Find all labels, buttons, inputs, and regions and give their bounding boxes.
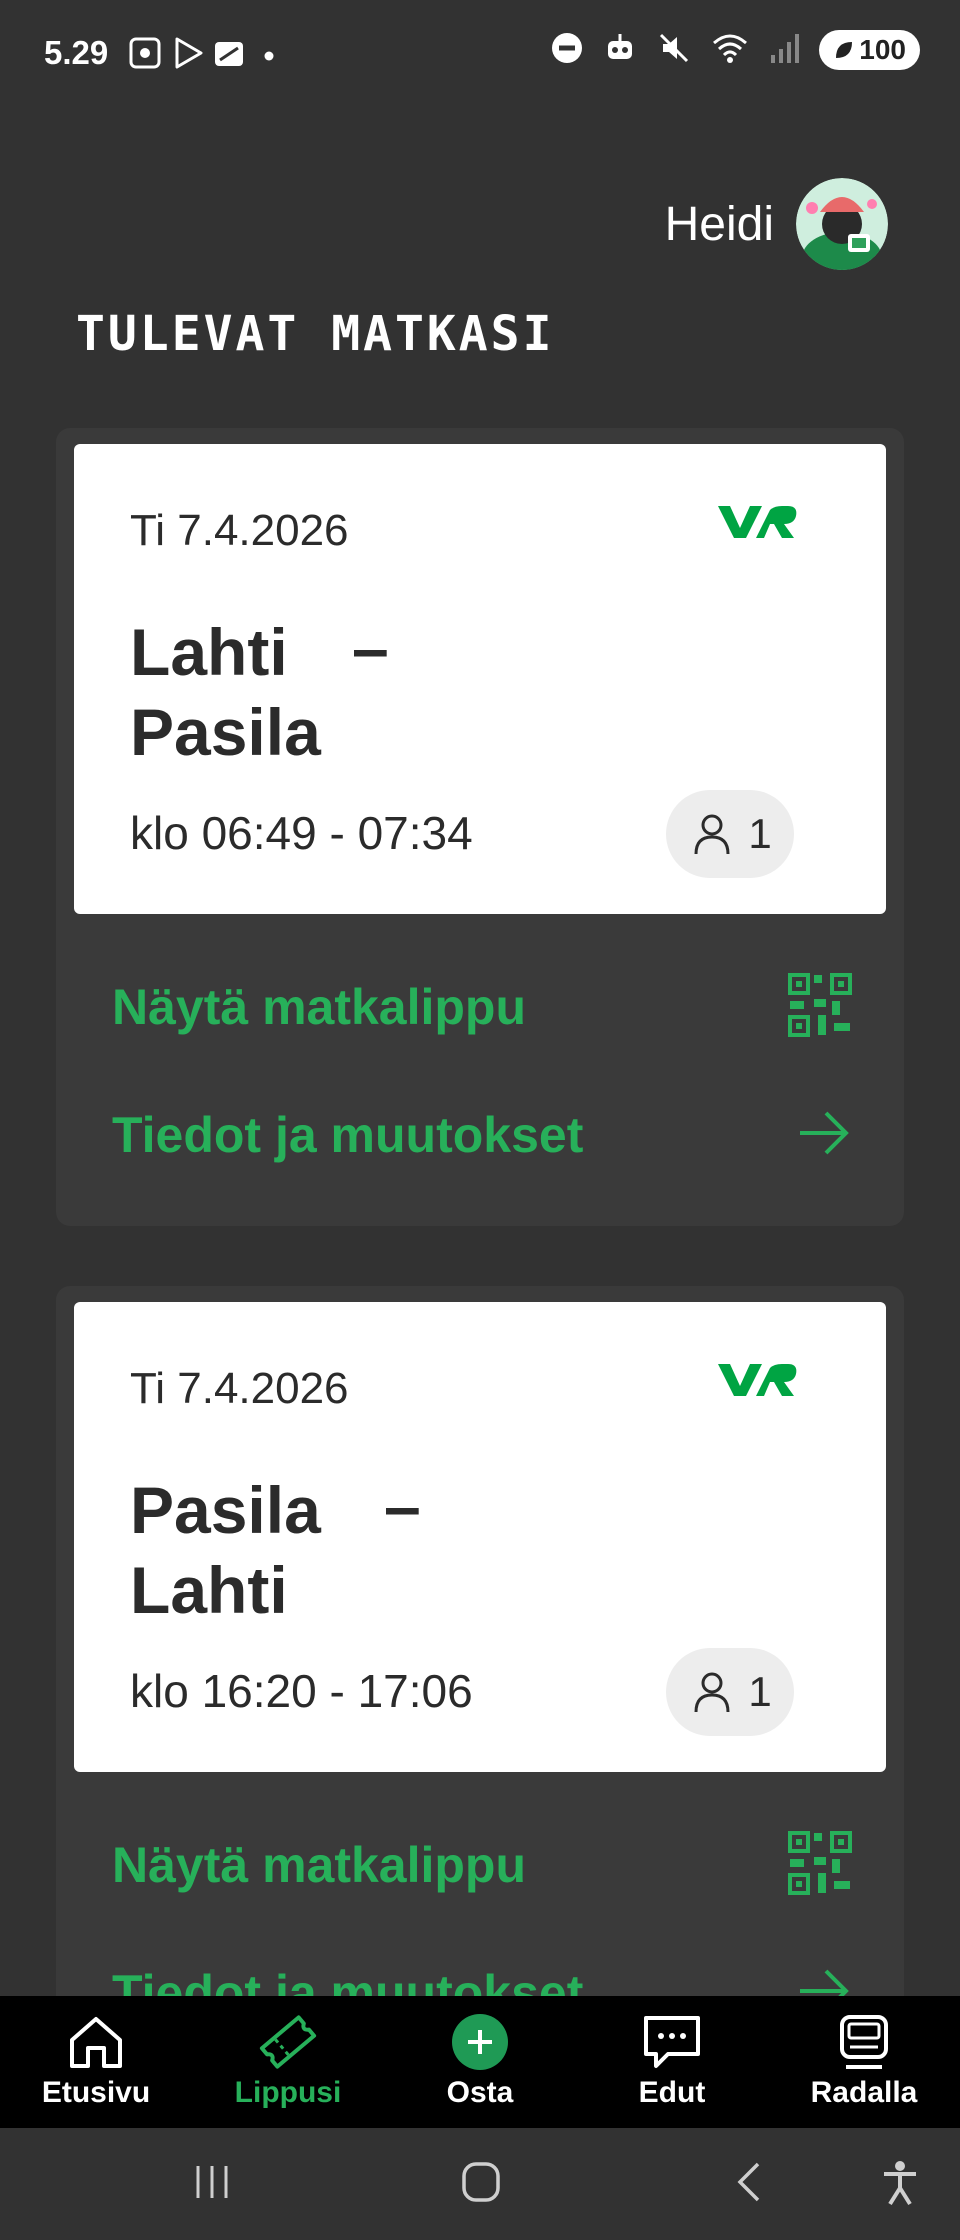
battery-level: 100 [859, 34, 906, 65]
route-dash: – [384, 1469, 421, 1543]
passenger-count-badge: 1 [666, 1648, 794, 1736]
nav-item-lippusi[interactable]: Lippusi [192, 1996, 384, 2128]
do-not-disturb-icon [551, 32, 583, 69]
ticket-icon [258, 2012, 318, 2072]
plus-circle-icon [451, 2012, 509, 2072]
leaf-icon [836, 42, 853, 58]
mute-icon [657, 31, 691, 70]
route-to: Lahti [130, 1553, 288, 1627]
person-icon [694, 1672, 730, 1713]
trip-date: Ti 7.4.2026 [130, 506, 349, 555]
nav-label: Osta [446, 2076, 514, 2109]
vr-logo-icon [716, 1360, 798, 1405]
avatar[interactable] [796, 178, 888, 270]
nav-item-radalla[interactable]: Radalla [768, 1996, 960, 2128]
train-icon [836, 2012, 892, 2072]
screenshot-icon [128, 36, 162, 75]
trip-date: Ti 7.4.2026 [130, 1364, 349, 1413]
trip-card: Ti 7.4.2026 Pasila – Lahti klo 16:20 - 1… [56, 1286, 904, 2026]
page-title: TULEVAT MATKASI [76, 306, 555, 362]
nav-label: Etusivu [41, 2076, 151, 2109]
show-ticket-label: Näytä matkalippu [112, 1837, 527, 1893]
bottom-navigation: Etusivu Lippusi Osta Edut Radalla [0, 1996, 960, 2128]
notification-dot-icon [264, 48, 274, 66]
qr-code-icon [788, 972, 852, 1042]
vr-logo-icon [716, 502, 798, 547]
user-header[interactable]: Heidi [665, 178, 888, 270]
wifi-icon [711, 31, 749, 70]
user-name[interactable]: Heidi [665, 197, 774, 252]
home-icon [67, 2012, 125, 2072]
recent-apps-icon[interactable] [192, 2158, 232, 2211]
arrow-right-icon [796, 1109, 852, 1162]
nav-label: Radalla [810, 2076, 918, 2109]
show-ticket-button[interactable]: Näytä matkalippu [112, 962, 852, 1052]
nav-label: Lippusi [234, 2076, 342, 2109]
trip-time: klo 16:20 - 17:06 [130, 1665, 473, 1717]
signal-icon [769, 31, 800, 70]
system-navigation-bar [0, 2128, 960, 2240]
route-from: Lahti [130, 615, 288, 689]
home-button-icon[interactable] [460, 2158, 504, 2211]
passenger-count-badge: 1 [666, 790, 794, 878]
ticket-summary[interactable]: Ti 7.4.2026 Pasila – Lahti klo 16:20 - 1… [74, 1302, 886, 1772]
nav-label: Edut [638, 2076, 706, 2109]
nav-item-osta[interactable]: Osta [384, 1996, 576, 2128]
robot-icon [603, 31, 637, 70]
ticket-summary[interactable]: Ti 7.4.2026 Lahti – Pasila klo 06:49 - 0… [74, 444, 886, 914]
passenger-count: 1 [748, 810, 772, 857]
qr-code-icon [788, 1830, 852, 1900]
play-store-icon [172, 36, 206, 75]
nav-item-etusivu[interactable]: Etusivu [0, 1996, 192, 2128]
nav-item-edut[interactable]: Edut [576, 1996, 768, 2128]
chat-bubble-icon [642, 2012, 702, 2072]
route-to: Pasila [130, 695, 321, 769]
accessibility-icon[interactable] [880, 2158, 920, 2211]
trip-details-button[interactable]: Tiedot ja muutokset [112, 1090, 852, 1180]
status-bar: 5.29 100 [0, 0, 960, 110]
route-dash: – [352, 611, 389, 685]
trip-time: klo 06:49 - 07:34 [130, 807, 473, 859]
show-ticket-label: Näytä matkalippu [112, 979, 527, 1035]
route-from: Pasila [130, 1473, 321, 1547]
person-icon [694, 814, 730, 855]
trip-card: Ti 7.4.2026 Lahti – Pasila klo 06:49 - 0… [56, 428, 904, 1226]
stack-app-icon [212, 36, 246, 75]
status-time: 5.29 [44, 34, 109, 71]
show-ticket-button[interactable]: Näytä matkalippu [112, 1820, 852, 1910]
back-icon[interactable] [728, 2158, 768, 2211]
trip-details-label: Tiedot ja muutokset [112, 1107, 584, 1163]
battery-indicator: 100 [819, 30, 920, 70]
passenger-count: 1 [748, 1668, 772, 1715]
